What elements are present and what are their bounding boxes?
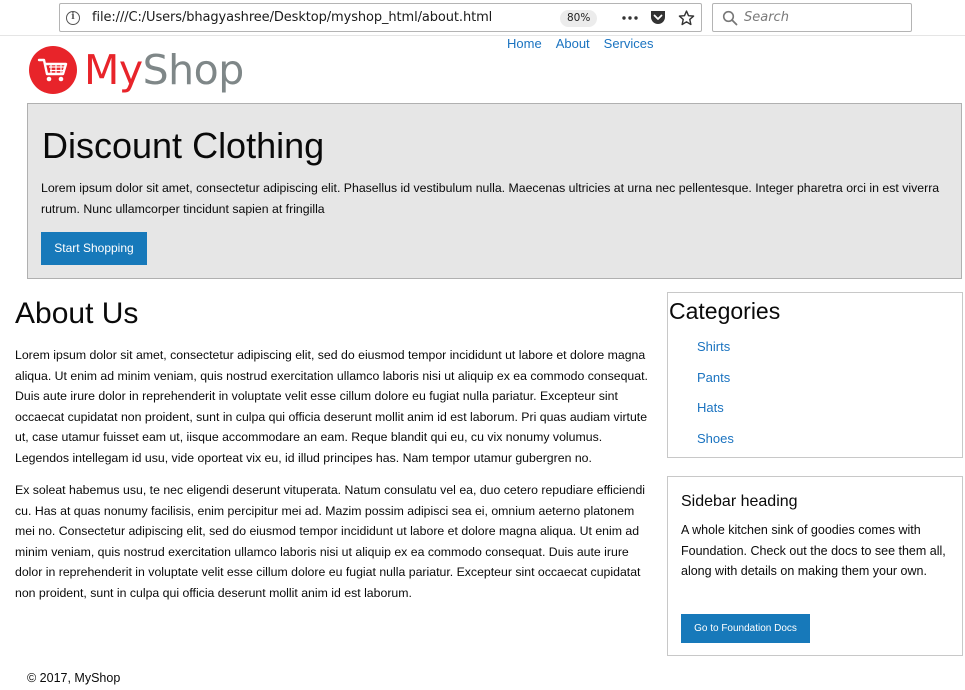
list-item: Pants (697, 369, 734, 400)
about-paragraph: Lorem ipsum dolor sit amet, consectetur … (15, 348, 648, 465)
hero-callout: Discount Clothing Lorem ipsum dolor sit … (27, 103, 962, 279)
category-link-hats[interactable]: Hats (697, 400, 724, 415)
sidebar-heading: Sidebar heading (681, 493, 798, 510)
cart-icon (37, 58, 68, 82)
bookmark-button[interactable] (672, 4, 700, 31)
bookmark-star-icon (678, 9, 694, 25)
more-icon (622, 15, 638, 20)
list-item: Shoes (697, 430, 734, 461)
list-item: Hats (697, 399, 734, 430)
logo-text: MyShop (84, 46, 244, 94)
logo-text-shop: Shop (142, 46, 245, 94)
sidebar-text: A whole kitchen sink of goodies comes wi… (681, 523, 946, 579)
start-shopping-button[interactable]: Start Shopping (41, 232, 147, 265)
foundation-docs-button[interactable]: Go to Foundation Docs (681, 614, 810, 643)
pocket-icon (651, 11, 665, 24)
about-section: About Us Lorem ipsum dolor sit amet, con… (15, 293, 651, 615)
info-icon: i (66, 10, 80, 25)
browser-toolbar: i file:///C:/Users/bhagyashree/Desktop/m… (0, 0, 965, 36)
list-item: Shirts (697, 338, 734, 369)
url-actions (616, 4, 700, 31)
categories-panel: Categories Shirts Pants Hats Shoes (667, 292, 963, 458)
sidebar-panel: Sidebar heading A whole kitchen sink of … (667, 476, 963, 656)
hero-title: Discount Clothing (42, 125, 325, 166)
address-bar[interactable]: i file:///C:/Users/bhagyashree/Desktop/m… (59, 3, 702, 32)
zoom-badge[interactable]: 80% (560, 10, 598, 27)
search-placeholder: Search (744, 10, 789, 25)
category-link-shirts[interactable]: Shirts (697, 339, 730, 354)
page-info-button[interactable]: i (60, 4, 86, 31)
url-text[interactable]: file:///C:/Users/bhagyashree/Desktop/mys… (92, 4, 492, 31)
site-logo[interactable]: MyShop (29, 46, 244, 94)
page-actions-button[interactable] (616, 4, 644, 31)
nav-link-services[interactable]: Services (597, 35, 661, 52)
search-icon (722, 10, 738, 26)
category-link-pants[interactable]: Pants (697, 370, 730, 385)
logo-badge (29, 46, 77, 94)
page-title: About Us (15, 297, 139, 330)
logo-text-my: My (84, 46, 143, 94)
nav-link-home[interactable]: Home (500, 35, 549, 52)
categories-list: Shirts Pants Hats Shoes (697, 338, 734, 461)
pocket-button[interactable] (644, 4, 672, 31)
top-navigation: Home About Services (500, 35, 661, 52)
search-input[interactable]: Search (712, 3, 912, 32)
about-paragraph: Ex soleat habemus usu, te nec eligendi d… (15, 483, 646, 600)
hero-text: Lorem ipsum dolor sit amet, consectetur … (41, 181, 940, 216)
footer-copyright: © 2017, MyShop (27, 671, 121, 685)
nav-link-about[interactable]: About (549, 35, 597, 52)
category-link-shoes[interactable]: Shoes (697, 431, 734, 446)
categories-title: Categories (669, 298, 781, 324)
